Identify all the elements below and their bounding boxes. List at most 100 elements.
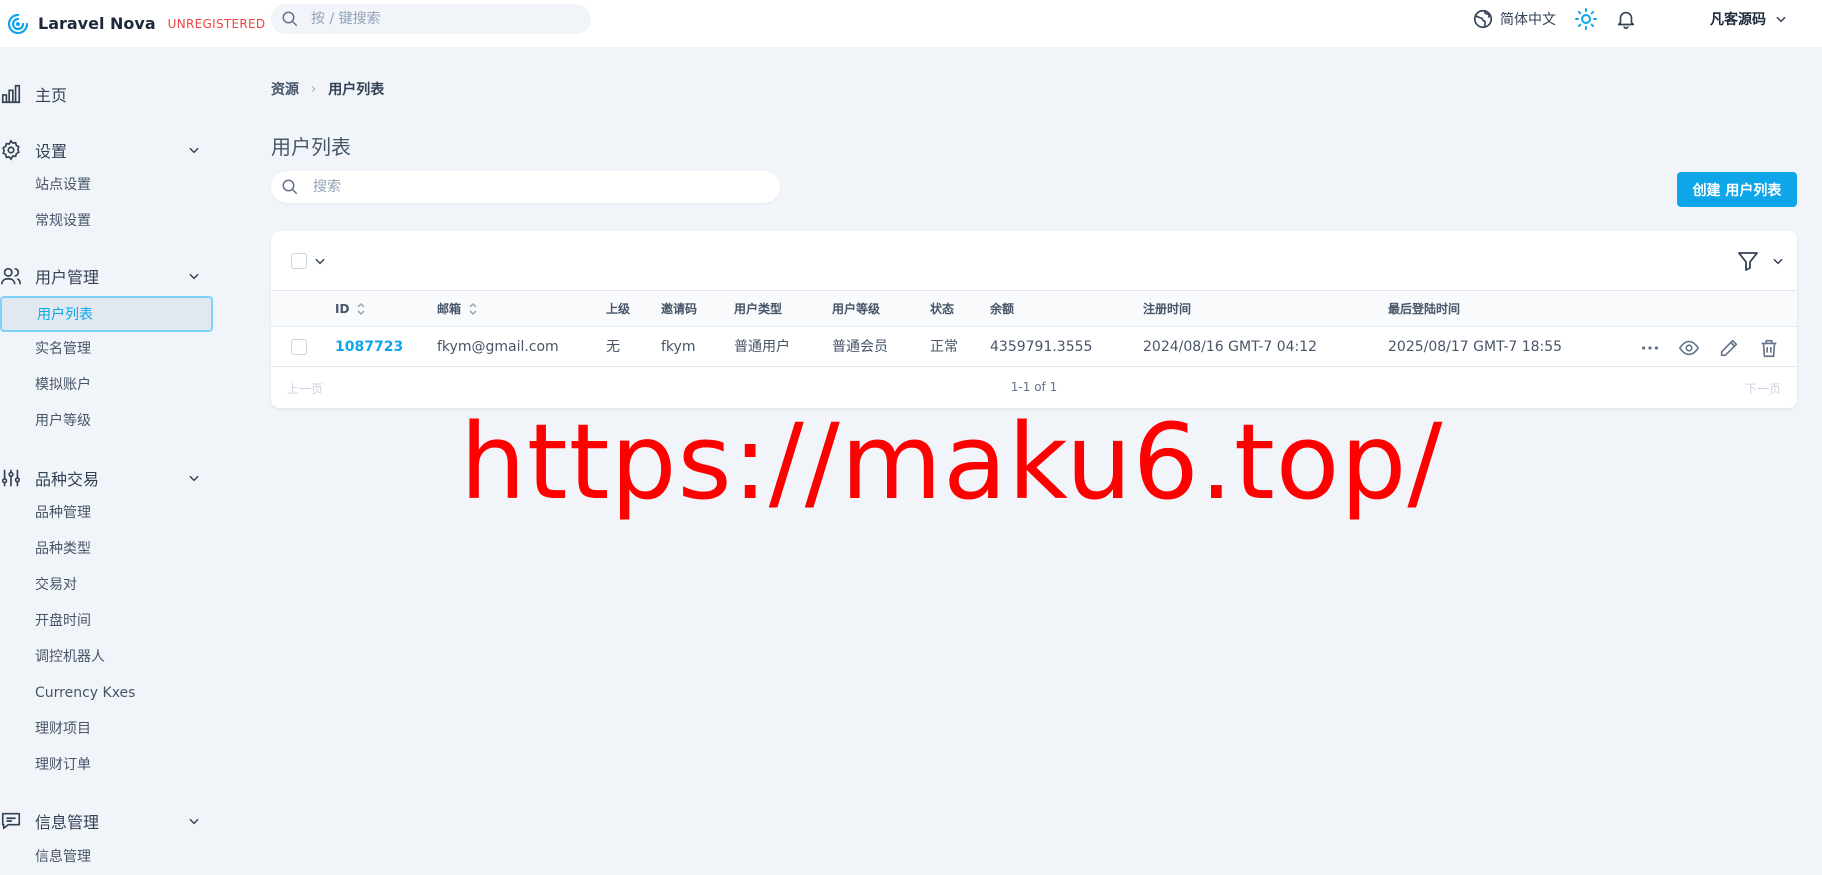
column-invite-code: 邀请码 bbox=[661, 302, 698, 316]
language-switcher[interactable]: 简体中文 bbox=[1472, 0, 1556, 38]
sidebar-section-label: 信息管理 bbox=[35, 813, 100, 832]
cell-email: fkym@gmail.com bbox=[437, 339, 559, 355]
cell-status: 正常 bbox=[930, 339, 958, 355]
resource-table-card: ID 邮箱 上级 邀请码 用户类型 用户等级 状态 余额 注册时间 最后登陆时间… bbox=[271, 231, 1797, 408]
sidebar-item-real-name[interactable]: 实名管理 bbox=[35, 337, 91, 361]
sidebar-item-user-list[interactable]: 用户列表 bbox=[0, 296, 213, 332]
sidebar-section-label: 设置 bbox=[35, 142, 68, 161]
column-last-login: 最后登陆时间 bbox=[1388, 302, 1461, 316]
filter-icon[interactable] bbox=[1736, 249, 1760, 273]
chevron-down-icon bbox=[1776, 16, 1786, 23]
license-badge: UNREGISTERED bbox=[167, 16, 266, 31]
sidebar-item-user-levels[interactable]: 用户等级 bbox=[35, 409, 91, 433]
chart-bar-icon bbox=[1, 84, 21, 104]
column-status: 状态 bbox=[930, 302, 955, 316]
sun-icon bbox=[1575, 8, 1597, 30]
sidebar-section-label: 用户管理 bbox=[35, 268, 100, 287]
sidebar-item-messages[interactable]: 信息管理 bbox=[35, 845, 91, 869]
globe-icon bbox=[1473, 9, 1493, 29]
page-title: 用户列表 bbox=[271, 135, 351, 159]
app-name: Laravel Nova bbox=[38, 14, 156, 33]
chevron-down-icon bbox=[189, 475, 199, 482]
notifications-button[interactable] bbox=[1615, 0, 1637, 38]
theme-toggle[interactable] bbox=[1574, 0, 1598, 38]
column-parent: 上级 bbox=[606, 302, 631, 316]
table-row: 1087723 fkym@gmail.com 无 fkym 普通用户 普通会员 … bbox=[271, 327, 1797, 367]
cell-invite-code: fkym bbox=[661, 339, 696, 355]
global-search[interactable] bbox=[271, 4, 591, 34]
sidebar: 主页 设置 站点设置 常规设置 用户管理 用户列表 实名管理 模拟账户 用户等级… bbox=[0, 47, 215, 875]
sidebar-item-control-bot[interactable]: 调控机器人 bbox=[35, 645, 105, 669]
sidebar-item-currency-kxes[interactable]: Currency Kxes bbox=[35, 681, 135, 705]
cell-user-type: 普通用户 bbox=[734, 339, 790, 355]
sidebar-section-label: 主页 bbox=[35, 86, 68, 105]
sidebar-item-wealth-products[interactable]: 理财项目 bbox=[35, 717, 91, 741]
bell-icon bbox=[1617, 11, 1635, 29]
sidebar-section-settings[interactable]: 设置 bbox=[0, 135, 215, 165]
breadcrumb-root[interactable]: 资源 bbox=[271, 79, 299, 99]
adjustments-icon bbox=[1, 469, 21, 487]
column-label: 邮箱 bbox=[437, 302, 462, 316]
chevron-down-icon bbox=[189, 147, 199, 154]
column-email[interactable]: 邮箱 bbox=[437, 291, 478, 327]
top-header: Laravel Nova UNREGISTERED 简体中文 凡客源码 bbox=[0, 0, 1822, 47]
table-toolbar bbox=[271, 231, 1797, 291]
edit-icon[interactable] bbox=[1718, 337, 1740, 359]
sidebar-item-wealth-orders[interactable]: 理财订单 bbox=[35, 753, 91, 777]
user-name: 凡客源码 bbox=[1710, 12, 1766, 28]
create-user-button[interactable]: 创建 用户列表 bbox=[1677, 172, 1797, 207]
sidebar-item-site-settings[interactable]: 站点设置 bbox=[35, 173, 91, 197]
breadcrumb: 资源 › 用户列表 bbox=[271, 79, 384, 99]
sort-icon bbox=[469, 302, 477, 316]
select-all-checkbox[interactable] bbox=[291, 253, 307, 269]
sidebar-item-demo-accounts[interactable]: 模拟账户 bbox=[35, 373, 91, 397]
logo[interactable]: Laravel Nova UNREGISTERED bbox=[6, 12, 265, 36]
gear-icon bbox=[2, 139, 20, 161]
sidebar-section-label: 品种交易 bbox=[35, 470, 100, 489]
cell-parent: 无 bbox=[606, 339, 620, 355]
language-label: 简体中文 bbox=[1500, 12, 1556, 28]
sidebar-item-product-types[interactable]: 品种类型 bbox=[35, 537, 91, 561]
sidebar-item-products[interactable]: 品种管理 bbox=[35, 501, 91, 525]
column-user-type: 用户类型 bbox=[734, 302, 783, 316]
resource-search-input[interactable] bbox=[313, 179, 753, 195]
user-menu[interactable]: 凡客源码 bbox=[1710, 0, 1788, 38]
pagination-info: 1-1 of 1 bbox=[1010, 380, 1058, 394]
cell-balance: 4359791.3555 bbox=[990, 339, 1093, 355]
column-label: ID bbox=[335, 302, 350, 316]
chevron-down-icon bbox=[189, 818, 199, 825]
column-id[interactable]: ID bbox=[335, 291, 366, 327]
cell-id[interactable]: 1087723 bbox=[335, 327, 403, 367]
sidebar-item-general-settings[interactable]: 常规设置 bbox=[35, 209, 91, 233]
column-balance: 余额 bbox=[990, 302, 1015, 316]
table-header: ID 邮箱 上级 邀请码 用户类型 用户等级 状态 余额 注册时间 最后登陆时间 bbox=[271, 291, 1797, 327]
cell-last-login: 2025/08/17 GMT-7 18:55 bbox=[1388, 339, 1563, 355]
more-actions-icon[interactable] bbox=[1639, 337, 1661, 359]
sidebar-section-info[interactable]: 信息管理 bbox=[0, 806, 215, 836]
search-icon bbox=[282, 179, 298, 195]
resource-search[interactable] bbox=[271, 171, 780, 203]
global-search-input[interactable] bbox=[311, 11, 571, 27]
breadcrumb-separator-icon: › bbox=[311, 81, 317, 97]
search-icon bbox=[282, 11, 298, 27]
cell-user-level: 普通会员 bbox=[832, 339, 888, 355]
breadcrumb-current: 用户列表 bbox=[328, 82, 385, 98]
chevron-down-icon[interactable] bbox=[1771, 254, 1785, 268]
cell-registered: 2024/08/16 GMT-7 04:12 bbox=[1143, 339, 1318, 355]
chevron-down-icon[interactable] bbox=[313, 254, 327, 268]
sidebar-item-opening-hours[interactable]: 开盘时间 bbox=[35, 609, 91, 633]
sidebar-section-trading[interactable]: 品种交易 bbox=[0, 463, 215, 493]
sort-icon bbox=[357, 302, 365, 316]
next-page-button[interactable]: 下一页 bbox=[1745, 380, 1781, 397]
row-checkbox[interactable] bbox=[291, 339, 307, 355]
column-user-level: 用户等级 bbox=[832, 302, 881, 316]
trash-icon[interactable] bbox=[1758, 337, 1780, 359]
view-eye-icon[interactable] bbox=[1678, 337, 1700, 359]
sidebar-section-home[interactable]: 主页 bbox=[0, 79, 215, 109]
users-icon bbox=[1, 267, 21, 285]
chat-icon bbox=[1, 812, 21, 830]
column-registered: 注册时间 bbox=[1143, 302, 1192, 316]
watermark-text: https://maku6.top/ bbox=[460, 401, 1444, 523]
sidebar-section-user-management[interactable]: 用户管理 bbox=[0, 261, 215, 291]
sidebar-item-trading-pairs[interactable]: 交易对 bbox=[35, 573, 77, 597]
